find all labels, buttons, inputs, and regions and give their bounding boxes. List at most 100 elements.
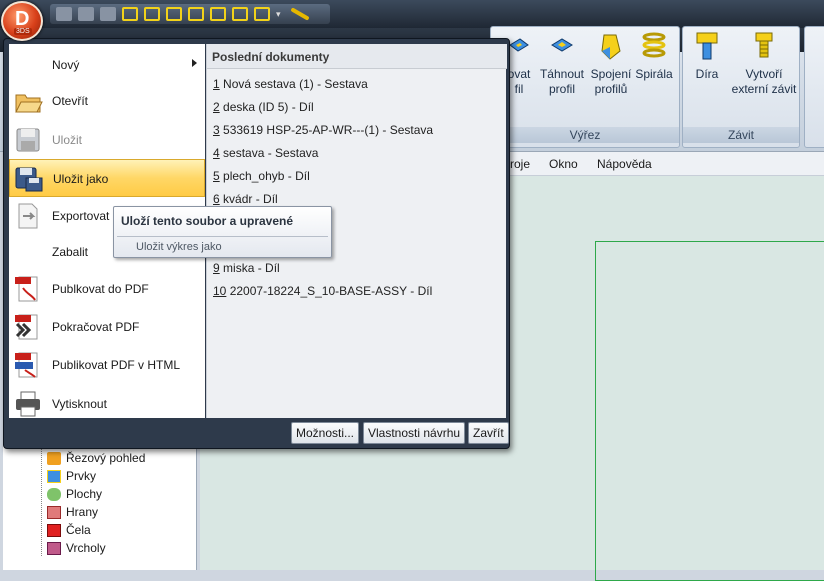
cube-iso-icon[interactable] <box>210 7 226 21</box>
ribbon-group-thread: Díra Vytvoří externí závit Závit <box>682 26 800 148</box>
tooltip-divider <box>117 236 328 237</box>
tree-item-features[interactable]: Prvky <box>47 467 96 485</box>
app-menu-button[interactable]: D 3DS <box>1 1 43 41</box>
menu-item-label: Uložit jako <box>53 172 109 186</box>
tool-label: Spojení <box>590 67 632 81</box>
tool-label: Spirála <box>635 67 673 81</box>
recent-item-text: miska - Díl <box>223 261 280 275</box>
tree-item-label: Řezový pohled <box>66 451 146 465</box>
tree-item-section-view[interactable]: Řezový pohled <box>47 449 145 467</box>
menu-item-publish-pdf[interactable]: Publkovat do PDF <box>9 270 205 308</box>
menu-item-save[interactable]: Uložit <box>9 121 205 159</box>
file-menu-footer: Možnosti... Vlastnosti návrhu Zavřít <box>9 419 509 445</box>
tool-external-thread[interactable]: Vytvoří externí závit <box>729 31 799 97</box>
save-icon <box>16 128 40 152</box>
new-doc-icon[interactable] <box>56 7 72 21</box>
group-label-thread: Závit <box>683 127 799 143</box>
spiral-icon <box>642 32 666 58</box>
recent-item-number: 2 <box>213 100 220 114</box>
menu-item-save-as[interactable]: Uložit jako <box>9 159 205 197</box>
pdf-continue-icon <box>15 314 38 340</box>
app-logo-sub: 3DS <box>14 28 32 35</box>
menu-item-continue-pdf[interactable]: Pokračovat PDF <box>9 308 205 346</box>
recent-item-text: kvádr - Díl <box>223 192 278 206</box>
recent-item-text: 533619 HSP-25-AP-WR---(1) - Sestava <box>223 123 434 137</box>
tool-label: externí závit <box>731 82 797 96</box>
close-button[interactable]: Zavřít <box>468 422 509 444</box>
design-properties-button[interactable]: Vlastnosti návrhu <box>363 422 466 444</box>
measure-icon[interactable] <box>290 7 310 21</box>
tool-label: Vytvoří <box>745 67 783 81</box>
sheet-border <box>595 241 824 581</box>
tool-label: Díra <box>695 67 719 81</box>
tool-hole[interactable]: Díra <box>689 31 725 82</box>
recent-item-number: 1 <box>213 77 220 91</box>
save-as-tooltip: Uloží tento soubor a upravené Uložit výk… <box>113 206 332 258</box>
faces-icon <box>47 523 61 537</box>
pdf-html-icon <box>15 352 38 378</box>
recent-item-number: 5 <box>213 169 220 183</box>
tree-connector <box>41 446 42 556</box>
recent-item-number: 10 <box>213 284 227 298</box>
menu-help[interactable]: Nápověda <box>597 157 652 171</box>
recent-item-9[interactable]: 9 miska - Díl <box>213 261 280 275</box>
recent-item-2[interactable]: 2 deska (ID 5) - Díl <box>213 100 314 114</box>
tool-label: profil <box>548 82 575 96</box>
tool-loft-cut[interactable]: Spojení profilů <box>588 31 634 97</box>
tree-item-surfaces[interactable]: Plochy <box>47 485 102 503</box>
undo-icon[interactable] <box>78 7 94 21</box>
cube-wire-icon[interactable] <box>254 7 270 21</box>
tree-item-label: Hrany <box>66 505 99 519</box>
recent-item-text: deska (ID 5) - Díl <box>223 100 314 114</box>
recent-item-1[interactable]: 1 Nová sestava (1) - Sestava <box>213 77 368 91</box>
tree-item-edges[interactable]: Hrany <box>47 503 98 521</box>
recent-documents-title: Poslední dokumenty <box>207 44 507 69</box>
cube-top-icon[interactable] <box>166 7 182 21</box>
cube-shaded-icon[interactable] <box>232 7 248 21</box>
tree-item-vertices[interactable]: Vrcholy <box>47 539 106 557</box>
menu-item-label: Nový <box>52 58 80 72</box>
recent-item-5[interactable]: 5 plech_ohyb - Díl <box>213 169 310 183</box>
thread-icon <box>755 32 773 58</box>
sweep-cut-icon <box>551 38 573 52</box>
recent-item-number: 3 <box>213 123 220 137</box>
recent-item-6[interactable]: 6 kvádr - Díl <box>213 192 278 206</box>
tool-sweep-cut[interactable]: Táhnout profil <box>537 31 587 97</box>
hole-icon <box>696 32 718 60</box>
surfaces-icon <box>47 487 61 501</box>
menu-projects[interactable]: roje <box>510 157 530 171</box>
cube-front-icon[interactable] <box>144 7 160 21</box>
cube-view-icon[interactable] <box>122 7 138 21</box>
loft-cut-icon <box>601 34 621 60</box>
recent-item-10[interactable]: 10 22007-18224_S_10-BASE-ASSY - Díl <box>213 284 432 298</box>
tree-item-label: Čela <box>66 523 91 537</box>
printer-icon <box>16 391 40 417</box>
title-bar: ▾ <box>0 0 824 28</box>
edges-icon <box>47 505 61 519</box>
ribbon-group-extra <box>804 26 824 148</box>
recent-item-text: plech_ohyb - Díl <box>223 169 310 183</box>
chevron-down-icon[interactable]: ▾ <box>276 10 284 19</box>
open-folder-icon <box>15 94 43 113</box>
menu-item-publish-pdf-html[interactable]: Publikovat PDF v HTML <box>9 346 205 384</box>
options-button[interactable]: Možnosti... <box>291 422 360 444</box>
menu-item-print[interactable]: Vytisknout <box>9 385 205 423</box>
tree-item-faces[interactable]: Čela <box>47 521 91 539</box>
tool-spiral[interactable]: Spirála <box>634 31 674 82</box>
group-label-cutout: Výřez <box>491 127 679 143</box>
section-view-icon <box>47 451 61 465</box>
menu-item-open[interactable]: Otevřít <box>9 82 205 120</box>
export-icon <box>18 203 38 229</box>
recent-item-3[interactable]: 3 533619 HSP-25-AP-WR---(1) - Sestava <box>213 123 433 137</box>
menu-item-label: Publkovat do PDF <box>52 282 149 296</box>
menu-item-new[interactable]: Nový <box>9 46 205 84</box>
tool-label: Táhnout <box>539 67 585 81</box>
recent-item-number: 9 <box>213 261 220 275</box>
pdf-icon <box>15 276 38 302</box>
redo-icon[interactable] <box>100 7 116 21</box>
tree-item-label: Prvky <box>66 469 96 483</box>
recent-item-text: sestava - Sestava <box>223 146 319 160</box>
recent-item-4[interactable]: 4 sestava - Sestava <box>213 146 318 160</box>
menu-window[interactable]: Okno <box>549 157 578 171</box>
cube-right-icon[interactable] <box>188 7 204 21</box>
